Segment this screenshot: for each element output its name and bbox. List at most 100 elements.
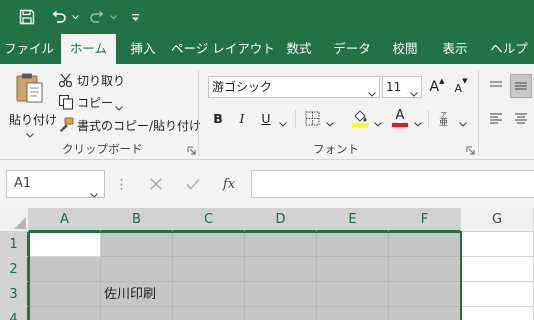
cell-a2[interactable] xyxy=(29,257,101,282)
tab-home[interactable]: ホーム xyxy=(61,34,116,64)
cell-g4[interactable] xyxy=(461,307,534,320)
font-name-select[interactable]: 游ゴシック xyxy=(208,76,380,98)
cell-g3[interactable] xyxy=(461,282,534,307)
save-icon[interactable] xyxy=(14,5,40,29)
formula-input[interactable] xyxy=(251,170,534,198)
align-left-icon[interactable] xyxy=(487,108,505,128)
tab-review[interactable]: 校閲 xyxy=(384,34,426,64)
column-header-f[interactable]: F xyxy=(389,208,461,232)
row-header-3[interactable]: 3 xyxy=(0,282,29,307)
insert-function-icon[interactable]: fx xyxy=(218,174,240,194)
font-color-dropdown-icon[interactable] xyxy=(414,116,422,130)
font-size-select[interactable]: 11 xyxy=(382,76,422,98)
align-top-icon[interactable] xyxy=(487,76,505,96)
quick-access-toolbar xyxy=(0,0,534,34)
cancel-icon[interactable] xyxy=(146,174,166,194)
format-painter-button[interactable]: 書式のコピー/貼り付け xyxy=(58,115,201,136)
tab-insert[interactable]: 挿入 xyxy=(121,34,165,64)
underline-button[interactable]: U xyxy=(258,108,274,128)
font-color-icon[interactable]: A xyxy=(390,107,410,129)
increase-font-size-button[interactable]: A ▲ xyxy=(428,77,446,97)
fill-color-dropdown-icon[interactable] xyxy=(374,116,382,130)
redo-icon[interactable] xyxy=(86,5,108,29)
select-all-corner[interactable] xyxy=(0,208,29,232)
cell-e1[interactable] xyxy=(317,232,389,257)
cell-a3[interactable] xyxy=(29,282,101,307)
formula-bar-grip-icon[interactable] xyxy=(116,174,126,194)
cell-a4[interactable] xyxy=(29,307,101,320)
cell-b2[interactable] xyxy=(101,257,173,282)
cell-c3[interactable] xyxy=(173,282,245,307)
tab-data[interactable]: データ xyxy=(327,34,377,64)
column-header-d[interactable]: D xyxy=(245,208,317,232)
phonetic-dropdown-icon[interactable] xyxy=(459,116,467,130)
font-name-value: 游ゴシック xyxy=(212,80,273,94)
font-separator-2 xyxy=(428,110,429,128)
copy-button[interactable]: コピー xyxy=(58,92,128,112)
cell-b1[interactable] xyxy=(101,232,173,257)
cell-c1[interactable] xyxy=(173,232,245,257)
column-header-c[interactable]: C xyxy=(173,208,245,232)
align-middle-icon[interactable] xyxy=(510,74,532,98)
cell-b3[interactable]: 佐川印刷 xyxy=(101,282,173,307)
column-header-a[interactable]: A xyxy=(29,208,101,232)
undo-icon[interactable] xyxy=(48,5,70,29)
enter-icon[interactable] xyxy=(183,174,203,194)
cell-d3[interactable] xyxy=(245,282,317,307)
tab-view[interactable]: 表示 xyxy=(434,34,476,64)
phonetic-guide-icon[interactable]: ア亜 xyxy=(436,108,454,128)
cell-g2[interactable] xyxy=(461,257,534,282)
copy-icon xyxy=(58,94,74,113)
ribbon-tabs: ファイル ホーム 挿入 ページ レイアウト 数式 データ 校閲 表示 ヘルプ xyxy=(0,34,534,64)
column-header-g[interactable]: G xyxy=(461,208,534,232)
underline-dropdown-icon[interactable] xyxy=(279,116,287,130)
cell-f3[interactable] xyxy=(389,282,461,307)
font-launcher-icon[interactable] xyxy=(466,144,475,155)
borders-icon[interactable] xyxy=(303,108,321,128)
font-separator xyxy=(295,110,296,128)
align-center-icon[interactable] xyxy=(512,108,530,128)
active-cell[interactable] xyxy=(30,233,100,256)
paintbrush-icon xyxy=(58,117,74,136)
cell-e4[interactable] xyxy=(317,307,389,320)
cell-e3[interactable] xyxy=(317,282,389,307)
tab-formulas[interactable]: 数式 xyxy=(278,34,320,64)
cell-f2[interactable] xyxy=(389,257,461,282)
cell-d1[interactable] xyxy=(245,232,317,257)
cell-e2[interactable] xyxy=(317,257,389,282)
name-box-dropdown-icon[interactable] xyxy=(90,182,98,208)
fill-color-icon[interactable] xyxy=(350,107,370,129)
group-separator-2 xyxy=(478,70,479,156)
tab-help[interactable]: ヘルプ xyxy=(484,34,534,64)
cell-d2[interactable] xyxy=(245,257,317,282)
customize-qat-icon[interactable] xyxy=(128,5,142,29)
clipboard-launcher-icon[interactable] xyxy=(187,144,196,155)
borders-dropdown-icon[interactable] xyxy=(326,116,334,130)
cut-button[interactable]: 切り取り xyxy=(58,70,125,90)
cell-d4[interactable] xyxy=(245,307,317,320)
grow-font-label: A xyxy=(429,79,440,95)
italic-button[interactable]: I xyxy=(234,108,250,128)
redo-dropdown-icon[interactable] xyxy=(108,5,118,29)
cell-c4[interactable] xyxy=(173,307,245,320)
undo-dropdown-icon[interactable] xyxy=(70,5,80,29)
cell-f1[interactable] xyxy=(389,232,461,257)
row-header-1[interactable]: 1 xyxy=(0,232,29,257)
paste-button[interactable]: 貼り付け xyxy=(4,70,57,138)
cell-f4[interactable] xyxy=(389,307,461,320)
caret-down-icon: ▼ xyxy=(462,77,468,85)
paste-dropdown-icon[interactable] xyxy=(26,127,34,141)
copy-dropdown-icon[interactable] xyxy=(115,100,123,114)
name-box[interactable]: A1 xyxy=(6,170,105,198)
column-header-b[interactable]: B xyxy=(101,208,173,232)
bold-button[interactable]: B xyxy=(210,108,226,128)
cell-c2[interactable] xyxy=(173,257,245,282)
cell-g1[interactable] xyxy=(461,232,534,257)
tab-page-layout[interactable]: ページ レイアウト xyxy=(171,34,275,64)
cell-b4[interactable] xyxy=(101,307,173,320)
column-header-e[interactable]: E xyxy=(317,208,389,232)
tab-file[interactable]: ファイル xyxy=(2,34,56,64)
decrease-font-size-button[interactable]: A ▼ xyxy=(452,77,470,97)
row-header-4[interactable]: 4 xyxy=(0,307,29,320)
row-header-2[interactable]: 2 xyxy=(0,257,29,282)
